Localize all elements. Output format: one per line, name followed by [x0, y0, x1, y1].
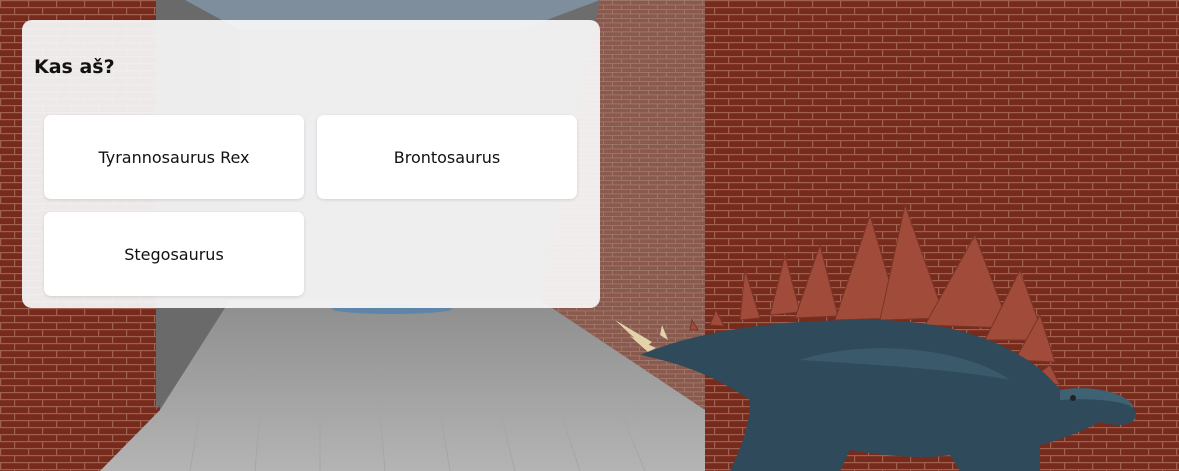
answer-label: Stegosaurus: [124, 244, 224, 264]
answer-label: Tyrannosaurus Rex: [98, 147, 250, 167]
question-title: Kas aš?: [34, 56, 115, 78]
answer-button-stegosaurus[interactable]: Stegosaurus: [44, 212, 304, 296]
answer-button-brontosaurus[interactable]: Brontosaurus: [317, 115, 577, 199]
answer-label: Brontosaurus: [393, 147, 501, 167]
quiz-panel: Kas aš? Tyrannosaurus Rex Brontosaurus S…: [22, 20, 600, 308]
answer-button-tyrannosaurus-rex[interactable]: Tyrannosaurus Rex: [44, 115, 304, 199]
